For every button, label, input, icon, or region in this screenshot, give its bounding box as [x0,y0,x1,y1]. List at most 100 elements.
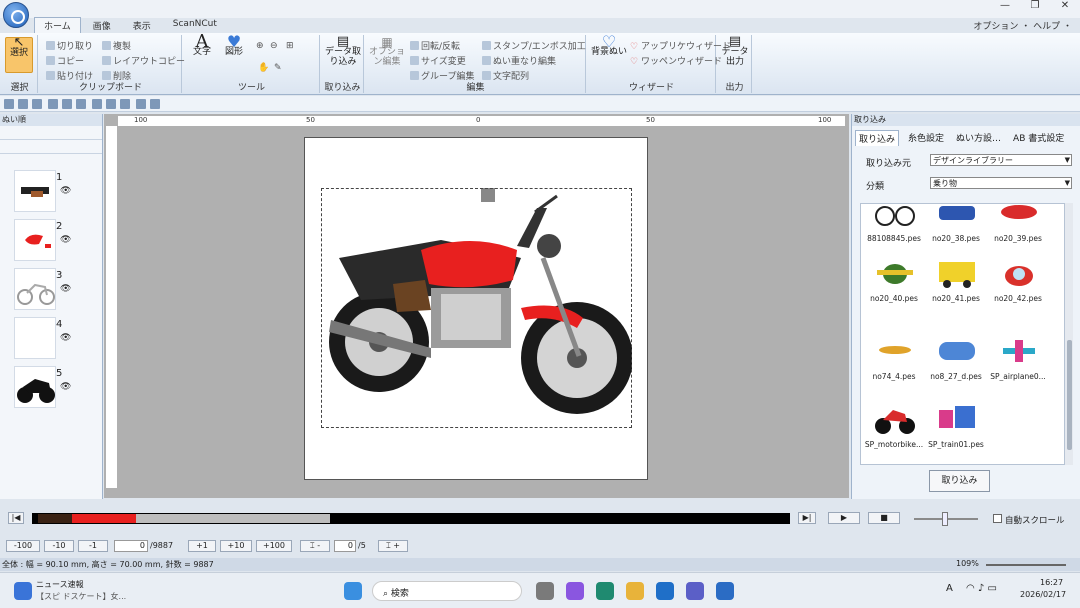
eye-icon[interactable]: 👁 [60,235,71,245]
redo-icon[interactable] [76,99,86,109]
news-title[interactable]: ニュース速報 [36,579,84,590]
next-color-button[interactable]: ⌶ + [378,540,408,552]
step-minus-100-button[interactable]: -100 [6,540,40,552]
teams-icon[interactable] [686,582,704,600]
data-output-button[interactable]: ▤ データ出力 [720,35,750,67]
save-icon[interactable] [32,99,42,109]
sewing-item-5[interactable]: 5 👁 [14,366,102,411]
file-explorer-icon[interactable] [626,582,644,600]
start-button[interactable] [344,582,362,600]
eye-icon[interactable]: 👁 [60,333,71,343]
import-button[interactable]: 取り込み [929,470,990,492]
applique-wizard-button[interactable]: ♡ アップリケウィザード [630,39,731,52]
category-select[interactable]: 乗り物 [930,177,1072,189]
edge-icon[interactable] [596,582,614,600]
eye-icon[interactable]: 👁 [60,382,71,392]
tab-text-format[interactable]: AB 書式設定 [1010,130,1067,146]
library-item[interactable]: no20_42.pes [985,256,1049,318]
stitch-position-input[interactable]: 0 [114,540,148,552]
ime-indicator[interactable]: A [946,583,953,594]
stitch-timeline[interactable] [32,513,790,524]
help-icon[interactable] [150,99,160,109]
measure-icon[interactable]: ✎ [274,63,282,73]
undo-icon[interactable] [62,99,72,109]
rotate-flip-button[interactable]: 回転/反転 [410,39,460,52]
library-item[interactable]: no74_4.pes [861,334,925,396]
duplicate-button[interactable]: 複製 [102,39,131,52]
color-position-input[interactable]: 0 [334,540,356,552]
library-item[interactable]: no20_41.pes [923,256,987,318]
library-item[interactable]: no20_40.pes [861,256,925,318]
design-center-icon[interactable] [136,99,146,109]
zoom-slider[interactable] [986,564,1066,566]
autoscroll-checkbox[interactable] [993,514,1002,523]
source-select[interactable]: デザインライブラリー [930,154,1072,166]
window-icon[interactable] [92,99,102,109]
tab-sew-type[interactable]: ぬい方設… [953,130,1004,146]
library-item[interactable]: no20_38.pes [923,204,987,258]
news-subtitle[interactable]: 【スピ ドスケート】女... [36,591,126,602]
pan-icon[interactable]: ✋ [258,63,269,73]
size-change-button[interactable]: サイズ変更 [410,54,466,67]
library-item[interactable]: SP_motorbike... [861,402,925,464]
tab-thread-color[interactable]: 糸色設定 [905,130,947,146]
eye-icon[interactable]: 👁 [60,284,71,294]
zoom-out-button[interactable]: ⊖ [270,41,278,51]
tab-view[interactable]: 表示 [123,17,161,33]
jump-start-button[interactable]: |◀ [8,512,24,524]
fill-stitch-button[interactable]: ♡ 背景ぬい [590,34,628,58]
open-file-icon[interactable] [18,99,28,109]
overlap-edit-button[interactable]: ぬい重なり編集 [482,54,556,67]
tab-scanncut[interactable]: ScanNCut [163,17,227,33]
stop-button[interactable]: ■ [868,512,900,524]
new-file-icon[interactable] [4,99,14,109]
zoom-in-button[interactable]: ⊕ [256,41,264,51]
library-item[interactable]: SP_airplane0... [985,334,1049,396]
tab-image[interactable]: 画像 [83,17,121,33]
data-import-button[interactable]: ▤ データ取り込み [324,35,362,67]
cut-button[interactable]: 切り取り [46,39,93,52]
outlook-icon[interactable] [656,582,674,600]
sewing-item-1[interactable]: 1 👁 [14,170,102,215]
news-widget-icon[interactable] [14,582,32,600]
task-view-icon[interactable] [536,582,554,600]
tab-home[interactable]: ホーム [34,17,81,33]
text-button[interactable]: A 文字 [188,33,216,58]
layout-copy-button[interactable]: レイアウトコピー [102,54,185,67]
option-edit-button[interactable]: ▦ オプション編集 [369,36,405,67]
sewing-item-4[interactable]: 4 👁 [14,317,102,362]
close-button[interactable]: ✕ [1050,0,1080,16]
step-plus-10-button[interactable]: +10 [220,540,252,552]
scrollbar-thumb[interactable] [1067,340,1072,450]
option-help-menu[interactable]: オプション ・ ヘルプ ・ [973,19,1072,32]
step-minus-1-button[interactable]: -1 [78,540,108,552]
select-button[interactable]: ↖ 選択 [5,36,33,73]
speed-slider-thumb[interactable] [942,512,948,526]
prev-color-button[interactable]: ⌶ - [300,540,330,552]
print-preview-icon[interactable] [48,99,58,109]
play-button[interactable]: ▶ [828,512,860,524]
restore-button[interactable]: ❐ [1020,0,1050,16]
embroidery-app-icon[interactable] [716,582,734,600]
step-plus-100-button[interactable]: +100 [256,540,292,552]
tab-import[interactable]: 取り込み [855,130,900,146]
wifi-icon[interactable]: ◠ ♪ ▭ [966,583,997,594]
stamp-emboss-button[interactable]: スタンプ/エンボス加工 [482,39,586,52]
taskbar-search[interactable]: ⌕ 検索 [372,581,522,601]
library-item[interactable]: 88108845.pes [861,204,925,258]
copy-button[interactable]: コピー [46,54,84,67]
patch-wizard-button[interactable]: ♡ ワッペンウィザード [630,54,722,67]
eye-icon[interactable]: 👁 [60,186,71,196]
app-menu-button[interactable] [3,2,29,28]
step-minus-10-button[interactable]: -10 [44,540,74,552]
step-plus-1-button[interactable]: +1 [188,540,216,552]
shape-button[interactable]: ♥ 図形 [220,34,248,58]
jump-end-button[interactable]: ▶| [798,512,816,524]
copilot-icon[interactable] [566,582,584,600]
properties-icon[interactable] [120,99,130,109]
sewing-item-2[interactable]: 2 👁 [14,219,102,264]
sewing-item-3[interactable]: 3 👁 [14,268,102,313]
zoom-fit-button[interactable]: ⊞ [286,41,294,51]
grid-icon[interactable] [106,99,116,109]
library-item[interactable]: SP_train01.pes [923,402,987,464]
